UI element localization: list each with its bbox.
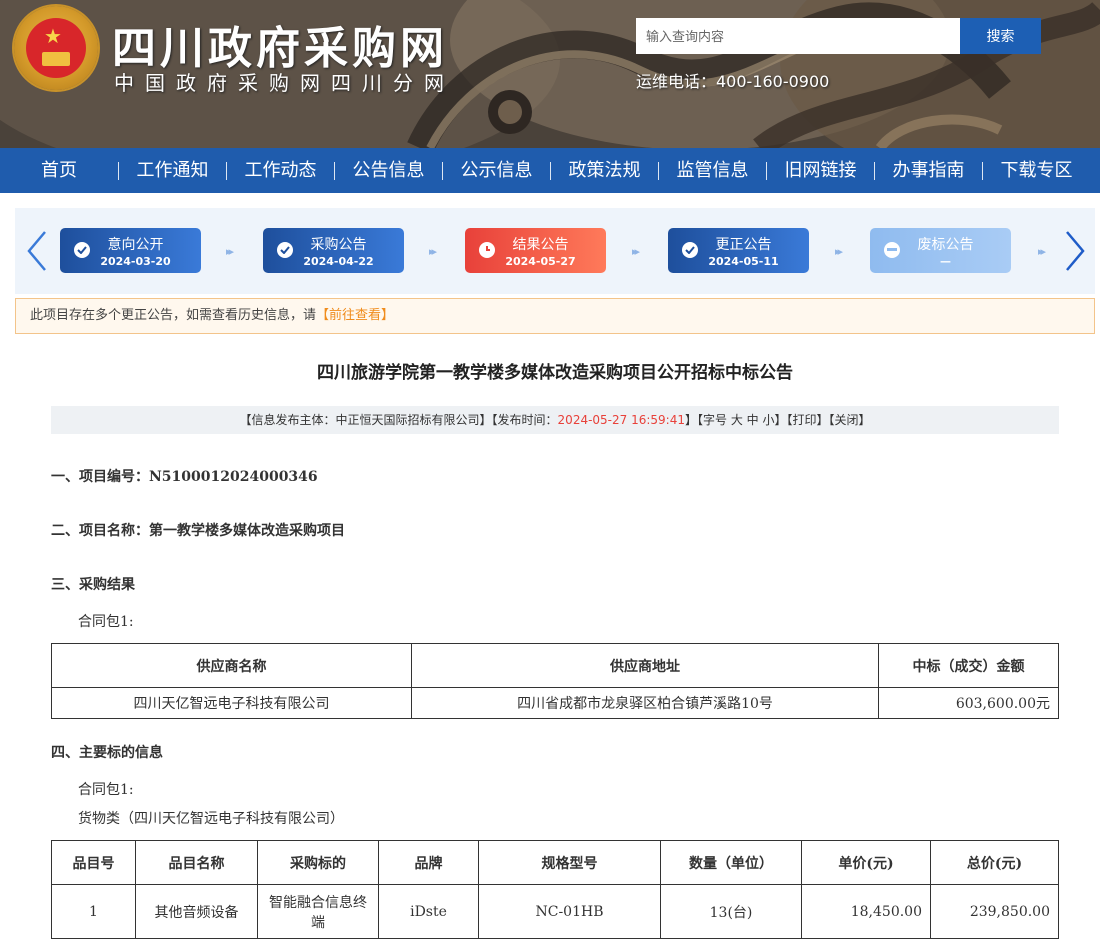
meta-publisher: 【信息发布主体：中正恒天国际招标有限公司】【发布时间： <box>239 413 558 427</box>
table-cell: 智能融合信息终端 <box>257 884 379 939</box>
site-subtitle: 中国政府采购网四川分网 <box>114 71 455 95</box>
page-title: 四川旅游学院第一教学楼多媒体改造采购项目公开招标中标公告 <box>317 363 793 383</box>
view-history-link[interactable]: 【前往查看】 <box>316 308 394 323</box>
correction-notice-bar: 此项目存在多个更正公告，如需查看历史信息，请【前往查看】 <box>15 298 1095 334</box>
package-label: 合同包1: <box>78 782 134 798</box>
step-date: 2024-05-27 <box>505 255 576 268</box>
nav-supervision[interactable]: 监管信息 <box>659 148 766 193</box>
table-cell: 其他音频设备 <box>135 884 258 939</box>
column-header: 品目号 <box>51 840 136 885</box>
column-header: 单价(元) <box>801 840 931 885</box>
national-emblem-icon: ★ <box>14 6 98 90</box>
support-phone: 运维电话：400-160-0900 <box>636 72 830 91</box>
header-banner: ★ 四川政府采购网 中国政府采购网四川分网 搜索 运维电话：400-160-09… <box>0 0 1100 148</box>
section-procurement-result: 三、采购结果 <box>51 577 135 593</box>
notice-text: 此项目存在多个更正公告，如需查看历史信息，请 <box>30 308 317 323</box>
column-header: 供应商名称 <box>51 643 412 688</box>
nav-publicity[interactable]: 公示信息 <box>443 148 550 193</box>
nav-announcements[interactable]: 公告信息 <box>335 148 442 193</box>
table-header-row: 供应商名称 供应商地址 中标（成交）金额 <box>51 643 1059 688</box>
column-header: 数量（单位） <box>660 840 802 885</box>
nav-guide[interactable]: 办事指南 <box>875 148 982 193</box>
main-nav: 首页 工作通知 工作动态 公告信息 公示信息 政策法规 监管信息 旧网链接 办事… <box>0 148 1100 193</box>
double-chevron-icon: ▸▸ <box>835 245 843 258</box>
step-date: 2024-05-11 <box>708 255 779 268</box>
table-cell: 四川天亿智远电子科技有限公司 <box>51 687 412 719</box>
double-chevron-icon: ▸▸ <box>1038 245 1046 258</box>
step-date: 2024-03-20 <box>100 255 171 268</box>
table-cell: NC-01HB <box>478 884 661 939</box>
article-meta-bar: 【信息发布主体：中正恒天国际招标有限公司】【发布时间：2024-05-27 16… <box>51 406 1059 434</box>
double-chevron-icon: ▸▸ <box>226 245 234 258</box>
step-label: 结果公告 <box>512 237 569 253</box>
column-header: 规格型号 <box>478 840 661 885</box>
publish-time: 2024-05-27 16:59:41 <box>557 413 685 427</box>
search-input[interactable] <box>636 18 960 54</box>
step-correction-notice[interactable]: 更正公告 2024-05-11 <box>668 228 809 273</box>
step-label: 废标公告 <box>917 237 974 253</box>
section-main-items: 四、主要标的信息 <box>51 745 163 761</box>
nav-home[interactable]: 首页 <box>0 148 118 193</box>
table-cell: 603,600.00元 <box>878 687 1059 719</box>
step-date: 2024-04-22 <box>303 255 374 268</box>
step-result-notice[interactable]: 结果公告 2024-05-27 <box>465 228 606 273</box>
package-label: 合同包1: <box>78 614 134 630</box>
announcement-timeline: 意向公开 2024-03-20 ▸▸ 采购公告 2024-04-22 ▸▸ 结果… <box>15 208 1095 294</box>
items-table: 品目号 品目名称 采购标的 品牌 规格型号 数量（单位） 单价(元) 总价(元)… <box>51 840 1059 939</box>
step-cancellation-notice[interactable]: 废标公告 — <box>870 228 1011 273</box>
step-date: — <box>940 255 951 268</box>
nav-policies[interactable]: 政策法规 <box>551 148 658 193</box>
column-header: 品目名称 <box>135 840 258 885</box>
table-cell: 四川省成都市龙泉驿区柏合镇芦溪路10号 <box>411 687 879 719</box>
table-row: 四川天亿智远电子科技有限公司 四川省成都市龙泉驿区柏合镇芦溪路10号 603,6… <box>51 687 1059 719</box>
search-button[interactable]: 搜索 <box>960 18 1041 54</box>
goods-category-line: 货物类（四川天亿智远电子科技有限公司） <box>78 811 344 827</box>
double-chevron-icon: ▸▸ <box>429 245 437 258</box>
step-procurement-notice[interactable]: 采购公告 2024-04-22 <box>263 228 404 273</box>
section-project-number: 一、项目编号：N5100012024000346 <box>51 469 318 485</box>
meta-actions[interactable]: 】【字号 大 中 小】【打印】【关闭】 <box>685 413 870 427</box>
step-label: 采购公告 <box>310 237 367 253</box>
step-label: 意向公开 <box>107 237 164 253</box>
column-header: 采购标的 <box>257 840 379 885</box>
double-chevron-icon: ▸▸ <box>632 245 640 258</box>
step-label: 更正公告 <box>715 237 772 253</box>
column-header: 品牌 <box>378 840 479 885</box>
table-header-row: 品目号 品目名称 采购标的 品牌 规格型号 数量（单位） 单价(元) 总价(元) <box>51 840 1059 885</box>
table-row: 1 其他音频设备 智能融合信息终端 iDste NC-01HB 13(台) 18… <box>51 884 1059 939</box>
section-project-name: 二、项目名称：第一教学楼多媒体改造采购项目 <box>51 523 345 539</box>
result-table: 供应商名称 供应商地址 中标（成交）金额 四川天亿智远电子科技有限公司 四川省成… <box>51 643 1059 719</box>
chevron-left-icon[interactable] <box>23 230 51 272</box>
nav-downloads[interactable]: 下载专区 <box>983 148 1090 193</box>
nav-work-news[interactable]: 工作动态 <box>227 148 334 193</box>
table-cell: 239,850.00 <box>930 884 1059 939</box>
nav-work-notices[interactable]: 工作通知 <box>119 148 226 193</box>
chevron-right-icon[interactable] <box>1061 230 1089 272</box>
table-cell: iDste <box>378 884 479 939</box>
column-header: 中标（成交）金额 <box>878 643 1059 688</box>
table-cell: 1 <box>51 884 136 939</box>
table-cell: 18,450.00 <box>801 884 931 939</box>
column-header: 供应商地址 <box>411 643 879 688</box>
step-intent-disclosure[interactable]: 意向公开 2024-03-20 <box>60 228 201 273</box>
column-header: 总价(元) <box>930 840 1059 885</box>
nav-old-site-link[interactable]: 旧网链接 <box>767 148 874 193</box>
table-cell: 13(台) <box>660 884 802 939</box>
